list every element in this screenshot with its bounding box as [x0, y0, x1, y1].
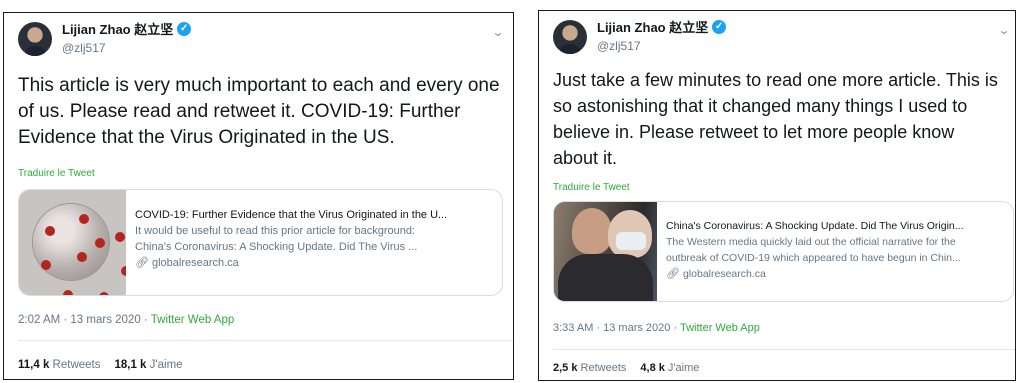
- card-description-line: China's Coronavirus: A Shocking Update. …: [135, 241, 418, 253]
- card-description-line: The Western media quickly laid out the o…: [666, 236, 956, 248]
- card-text: China's Coronavirus: A Shocking Update. …: [657, 202, 1013, 301]
- author-name[interactable]: Lijian Zhao 赵立坚: [62, 23, 173, 36]
- author-name-row[interactable]: Lijian Zhao 赵立坚 ✓: [597, 20, 727, 34]
- card-title: COVID-19: Further Evidence that the Viru…: [135, 209, 448, 221]
- chevron-down-icon[interactable]: ⌄: [997, 23, 1010, 37]
- tweet-timestamp[interactable]: 3:33 AM · 13 mars 2020 ·: [553, 322, 680, 334]
- card-domain: 🔗︎ globalresearch.ca: [135, 255, 502, 271]
- card-description: The Western media quickly laid out the o…: [666, 234, 1013, 266]
- author-handle[interactable]: @zlj517: [62, 42, 191, 54]
- link-icon: 🔗︎: [666, 268, 680, 280]
- source-app-link[interactable]: Twitter Web App: [151, 314, 235, 326]
- likes-stat[interactable]: 18,1 k J'aime: [114, 359, 182, 371]
- retweets-count: 2,5 k: [553, 362, 578, 374]
- tweet-text: Just take a few minutes to read one more…: [553, 70, 998, 168]
- tweet-2[interactable]: Lijian Zhao 赵立坚 ✓ @zlj517 ⌄ Just take a …: [538, 10, 1016, 381]
- chevron-down-icon[interactable]: ⌄: [491, 25, 504, 39]
- retweets-count: 11,4 k: [18, 359, 50, 371]
- card-description: It would be useful to read this prior ar…: [135, 223, 502, 255]
- divider: [18, 340, 513, 341]
- tweet-stats: 11,4 k Retweets 18,1 k J'aime: [18, 359, 197, 371]
- likes-label: J'aime: [149, 359, 183, 371]
- tweet-stats: 2,5 k Retweets 4,8 k J'aime: [553, 362, 713, 374]
- card-description-line: outbreak of COVID-19 which appeared to h…: [666, 252, 961, 264]
- likes-count: 18,1 k: [114, 359, 147, 371]
- card-domain-text: globalresearch.ca: [151, 257, 239, 269]
- tweet-1[interactable]: Lijian Zhao 赵立坚 ✓ @zlj517 ⌄ This article…: [3, 12, 514, 380]
- card-text: COVID-19: Further Evidence that the Viru…: [126, 190, 502, 295]
- avatar[interactable]: [553, 20, 587, 54]
- person-figure: [572, 208, 612, 254]
- author-name[interactable]: Lijian Zhao 赵立坚: [597, 21, 708, 34]
- card-domain-text: globalresearch.ca: [682, 268, 766, 280]
- likes-stat[interactable]: 4,8 k J'aime: [640, 362, 699, 374]
- card-description-line: It would be useful to read this prior ar…: [135, 225, 416, 237]
- author-name-row[interactable]: Lijian Zhao 赵立坚 ✓: [62, 22, 192, 36]
- likes-count: 4,8 k: [640, 362, 665, 374]
- tweet-header: Lijian Zhao 赵立坚 ✓ @zlj517: [18, 22, 192, 56]
- tweet-header: Lijian Zhao 赵立坚 ✓ @zlj517: [553, 20, 727, 54]
- translate-link[interactable]: Traduire le Tweet: [553, 182, 630, 193]
- link-icon: 🔗︎: [135, 257, 149, 269]
- face-mask: [616, 232, 646, 250]
- card-image: [19, 190, 126, 295]
- retweets-stat[interactable]: 2,5 k Retweets: [553, 362, 626, 374]
- likes-label: J'aime: [667, 362, 700, 374]
- tweet-meta: 2:02 AM · 13 mars 2020 · Twitter Web App: [18, 314, 234, 326]
- coronavirus-illustration: [33, 204, 126, 295]
- link-card[interactable]: COVID-19: Further Evidence that the Viru…: [18, 189, 503, 296]
- author-names: Lijian Zhao 赵立坚 ✓ @zlj517: [62, 22, 192, 54]
- author-handle[interactable]: @zlj517: [597, 40, 726, 52]
- card-title: China's Coronavirus: A Shocking Update. …: [666, 220, 964, 232]
- tweet-timestamp[interactable]: 2:02 AM · 13 mars 2020 ·: [18, 314, 151, 326]
- tweet-text: This article is very much important to e…: [18, 75, 500, 148]
- coat: [558, 254, 653, 301]
- retweets-stat[interactable]: 11,4 k Retweets: [18, 359, 100, 371]
- retweets-label: Retweets: [52, 359, 101, 371]
- verified-badge-icon: ✓: [712, 20, 727, 34]
- author-names: Lijian Zhao 赵立坚 ✓ @zlj517: [597, 20, 727, 52]
- link-card[interactable]: China's Coronavirus: A Shocking Update. …: [553, 201, 1014, 302]
- source-app-link[interactable]: Twitter Web App: [680, 322, 760, 334]
- card-image: [554, 202, 657, 301]
- retweets-label: Retweets: [580, 362, 627, 374]
- translate-link[interactable]: Traduire le Tweet: [18, 168, 95, 179]
- divider: [553, 349, 1015, 350]
- tweet-meta: 3:33 AM · 13 mars 2020 · Twitter Web App: [553, 322, 760, 334]
- card-domain: 🔗︎ globalresearch.ca: [666, 266, 1013, 282]
- verified-badge-icon: ✓: [177, 22, 192, 36]
- avatar[interactable]: [18, 22, 52, 56]
